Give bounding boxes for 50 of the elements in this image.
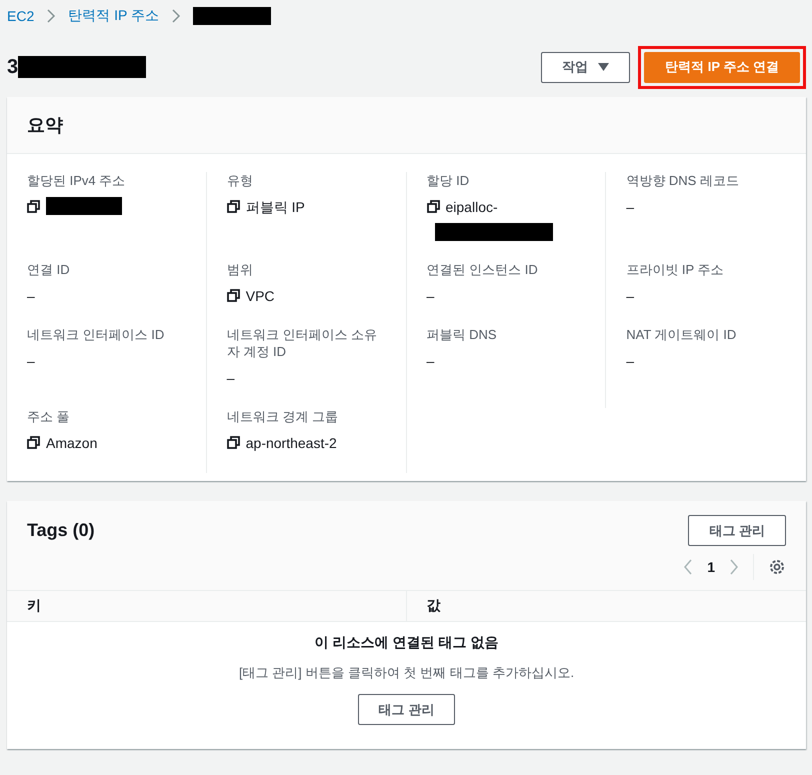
field-value: VPC [246,287,275,306]
caret-down-icon [598,63,610,71]
copy-icon[interactable] [426,200,440,213]
column-header: 키 [7,591,406,621]
field-value: ap-northeast-2 [246,434,337,453]
field-value: – [226,369,235,388]
field-value: Amazon [46,434,98,453]
copy-icon[interactable] [27,200,40,213]
field-label: 네트워크 인터페이스 ID [27,326,166,343]
field-label: 프라이빗 IP 주소 [626,261,725,278]
chevron-right-icon [46,9,56,23]
copy-icon[interactable] [226,200,240,213]
copy-icon[interactable] [27,436,40,449]
field-value: – [27,287,35,306]
field-value: – [426,352,434,371]
field-label: 할당된 IPv4 주소 [27,172,126,189]
field-label: 유형 [226,172,254,189]
chevron-right-icon [171,9,181,23]
field-label: 네트워크 인터페이스 소유자 계정 ID [226,326,378,360]
manage-tags-button[interactable]: 태그 관리 [358,694,456,725]
field-value: – [626,198,634,217]
empty-text: [태그 관리] 버튼을 클릭하여 첫 번째 태그를 추가하십시오. [238,664,574,682]
column-header: 값 [426,596,442,615]
field-label: NAT 게이트웨이 ID [626,326,738,343]
actions-button[interactable]: 작업 [541,52,630,82]
field-value: 퍼블릭 IP [246,198,305,217]
field-value: – [626,352,634,371]
card-title: Tags (0) [27,520,95,541]
field-value: eipalloc- [446,198,498,217]
manage-tags-button[interactable]: 태그 관리 [688,515,786,546]
field-label: 네트워크 경계 그룹 [226,408,339,425]
card-title: 요약 [27,114,64,137]
field-label: 연결된 인스턴스 ID [426,261,539,278]
field-label: 범위 [226,261,254,278]
field-label: 역방향 DNS 레코드 [626,172,740,189]
field-label: 퍼블릭 DNS [426,326,498,343]
copy-icon[interactable] [226,436,240,449]
field-label: 할당 ID [426,172,470,189]
page-title: 3 [7,56,18,78]
copy-icon[interactable] [226,289,240,302]
breadcrumb-link[interactable]: 탄력적 IP 주소 [68,7,159,25]
field-value: – [27,352,35,371]
settings-icon[interactable] [768,558,786,576]
field-value: – [626,287,634,306]
empty-title: 이 리소스에 연결된 태그 없음 [314,634,498,652]
field-label: 연결 ID [27,261,71,278]
page-number[interactable]: 1 [707,559,715,575]
breadcrumb-link[interactable]: EC2 [7,8,34,24]
field-value: – [426,287,434,306]
field-label: 주소 풀 [27,408,71,425]
